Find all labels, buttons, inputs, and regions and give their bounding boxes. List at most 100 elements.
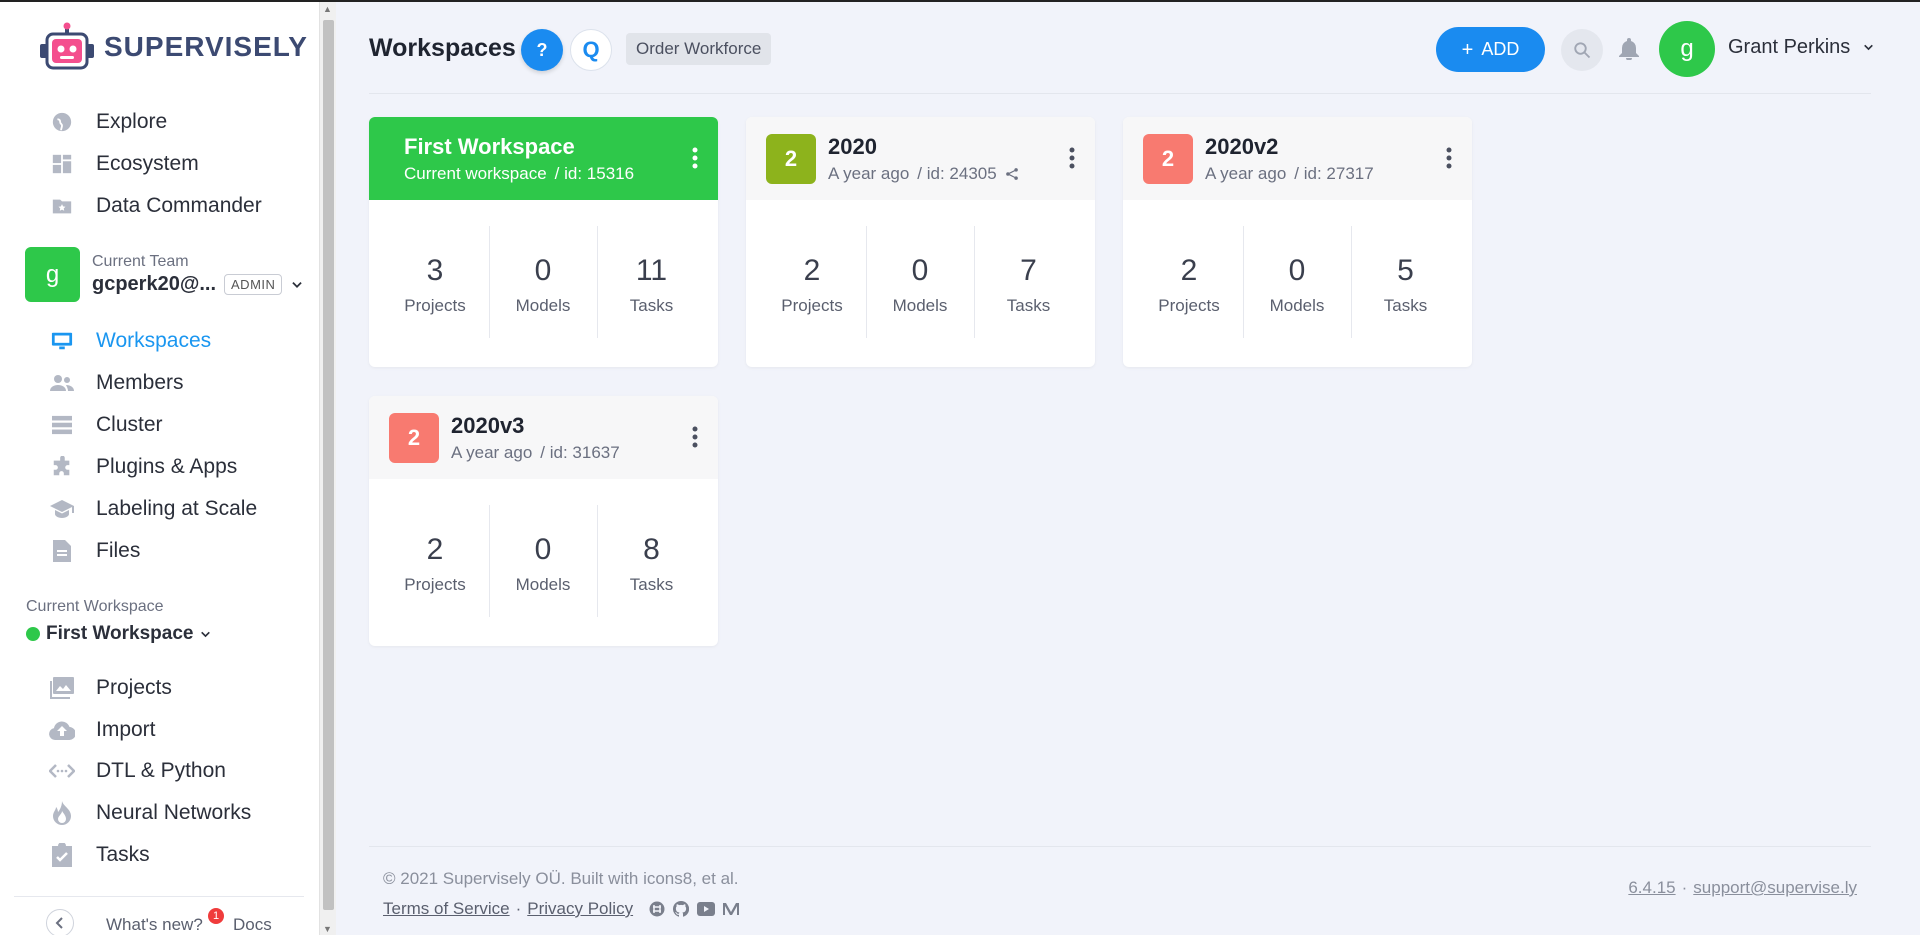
footer-divider [369,846,1871,847]
workspace-card-header: 2 2020v3 A year ago / id: 31637 [369,396,718,479]
nav-cluster[interactable]: Cluster [48,407,163,443]
stat-value: 0 [534,533,552,566]
stat-projects[interactable]: 2 Projects [1136,226,1244,338]
stat-projects[interactable]: 3 Projects [382,226,490,338]
nav-plugins-apps[interactable]: Plugins & Apps [48,449,237,485]
current-team-selector[interactable]: g Current Team gcperk20@... ADMIN [25,247,304,302]
nav-neural-networks[interactable]: Neural Networks [48,795,251,831]
sidebar-scrollbar[interactable]: ▲ ▼ [319,2,336,935]
brand-name: SUPERVISELY [104,31,308,62]
nav-label: Data Commander [96,194,262,217]
kebab-menu-icon[interactable] [1446,147,1452,174]
stat-models[interactable]: 0 Models [867,226,975,338]
scrollbar-thumb[interactable] [323,20,334,910]
medium-icon[interactable] [723,902,740,916]
nav-files[interactable]: Files [48,533,140,569]
user-avatar[interactable]: g [1659,21,1715,77]
workspace-card[interactable]: 2 2020v2 A year ago / id: 27317 2 Projec… [1123,117,1472,367]
add-button[interactable]: + ADD [1436,27,1545,72]
nav-projects[interactable]: Projects [48,670,172,706]
support-link[interactable]: support@supervise.ly [1693,878,1857,898]
workspace-subtitle: A year ago [828,163,910,183]
user-name: Grant Perkins [1728,36,1851,58]
workspace-subtitle: A year ago [1205,163,1287,183]
file-icon [48,537,76,565]
current-workspace-name: First Workspace [46,623,194,644]
nav-tasks[interactable]: Tasks [48,837,150,873]
sidebar: SUPERVISELY Explore Ecosystem Data Comma… [0,2,320,935]
workspace-card[interactable]: 2 2020 A year ago / id: 24305 2 Projects… [746,117,1095,367]
stat-tasks[interactable]: 8 Tasks [598,505,706,617]
kebab-menu-icon[interactable] [692,147,698,174]
user-menu[interactable]: Grant Perkins [1728,36,1875,59]
stat-tasks[interactable]: 7 Tasks [975,226,1083,338]
search-button[interactable] [1561,29,1603,71]
nav-ecosystem[interactable]: Ecosystem [48,146,199,182]
privacy-link[interactable]: Privacy Policy [527,899,633,919]
brand-logo[interactable]: SUPERVISELY [38,22,308,72]
team-avatar: g [25,247,80,302]
stat-value: 2 [1180,254,1198,287]
stat-models[interactable]: 0 Models [490,226,598,338]
nav-explore[interactable]: Explore [48,104,167,140]
stat-models[interactable]: 0 Models [1244,226,1352,338]
kebab-menu-icon[interactable] [1069,147,1075,174]
chevron-down-icon [1864,44,1874,51]
robot-logo-icon [40,22,94,70]
nav-labeling-at-scale[interactable]: Labeling at Scale [48,491,257,527]
github-icon[interactable] [673,901,690,917]
flame-icon [48,799,76,827]
stat-tasks[interactable]: 5 Tasks [1352,226,1460,338]
nav-label: Workspaces [96,329,212,352]
nav-label: Ecosystem [96,152,199,175]
notifications-button[interactable] [1614,34,1644,64]
current-workspace-selector[interactable]: First Workspace [26,623,212,645]
workspace-title[interactable]: 2020v2 [1205,134,1374,160]
workspace-card[interactable]: First Workspace Current workspace / id: … [369,117,718,367]
nav-label: DTL & Python [96,759,226,782]
workspace-id: / id: 15316 [554,163,635,183]
add-label: ADD [1481,39,1520,59]
nav-members[interactable]: Members [48,365,184,401]
workspace-card[interactable]: 2 2020v3 A year ago / id: 31637 2 Projec… [369,396,718,646]
search-icon [1574,42,1591,59]
nav-label: Members [96,371,184,394]
globe-icon [48,108,76,136]
workspace-badge: 2 [1143,133,1193,184]
chevron-left-icon [55,917,63,929]
version-link[interactable]: 6.4.15 [1628,878,1675,898]
nav-import[interactable]: Import [48,712,156,748]
help-button[interactable]: ? [521,29,563,71]
nav-label: Plugins & Apps [96,455,238,478]
stat-value: 0 [911,254,929,287]
youtube-icon[interactable] [697,902,716,916]
scroll-up-arrow-icon[interactable]: ▲ [323,4,332,14]
bell-icon [1619,38,1639,60]
stat-projects[interactable]: 2 Projects [382,505,490,617]
workspace-title[interactable]: 2020v3 [451,413,620,439]
collapse-sidebar-button[interactable] [46,909,74,935]
q-button[interactable]: Q [570,29,612,71]
nav-data-commander[interactable]: Data Commander [48,188,262,224]
chevron-down-icon [292,281,303,288]
scroll-down-arrow-icon[interactable]: ▼ [323,924,332,934]
stat-models[interactable]: 0 Models [490,505,598,617]
nav-label: Import [96,718,156,741]
workspace-id: / id: 31637 [540,442,620,462]
kebab-menu-icon[interactable] [692,426,698,453]
nav-workspaces[interactable]: Workspaces [48,323,211,359]
stat-tasks[interactable]: 11 Tasks [598,226,706,338]
order-workforce-button[interactable]: Order Workforce [626,33,772,65]
workspace-title[interactable]: 2020 [828,134,1019,160]
folder-star-icon [48,192,76,220]
stat-value: 7 [1020,254,1037,287]
workspace-title[interactable]: First Workspace [404,134,634,160]
whats-new-link[interactable]: What's new? [106,915,203,935]
terms-link[interactable]: Terms of Service [383,899,510,919]
nav-label: Projects [96,676,172,699]
slack-icon[interactable] [649,901,665,917]
stat-projects[interactable]: 2 Projects [759,226,867,338]
stat-value: 8 [643,533,660,566]
nav-dtl-python[interactable]: DTL & Python [48,753,226,789]
docs-link[interactable]: Docs [233,915,272,935]
